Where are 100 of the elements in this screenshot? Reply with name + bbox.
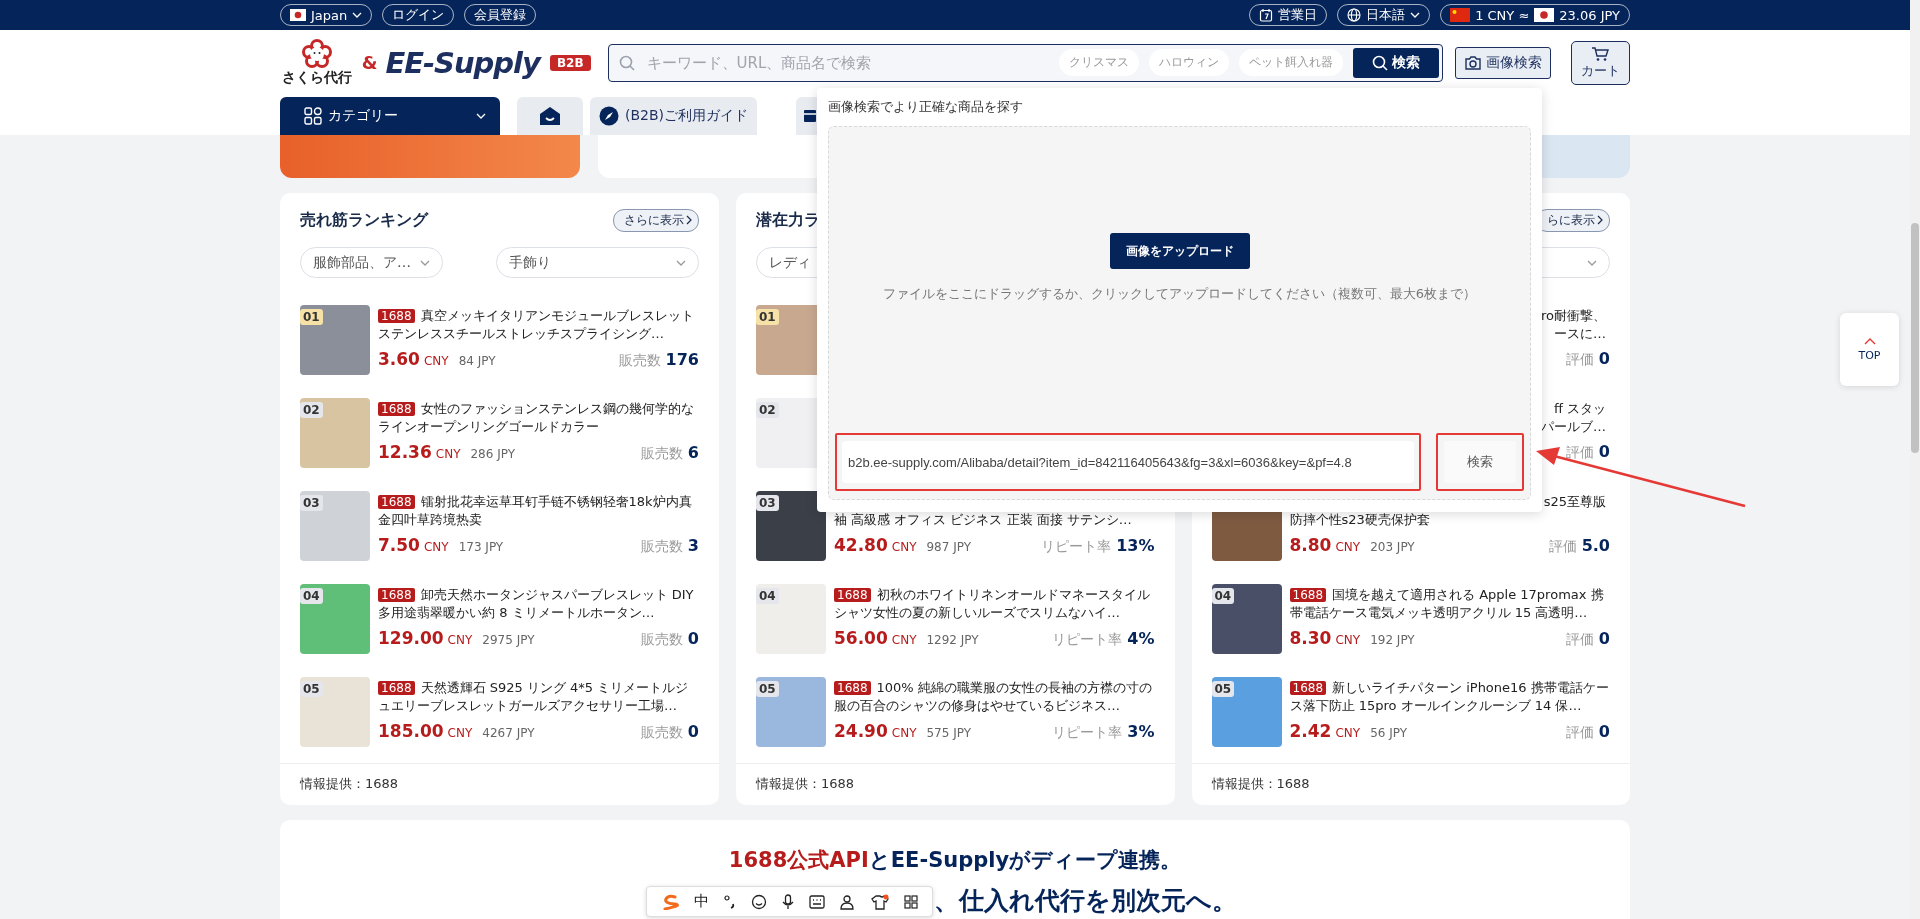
price: 8.30 [1289, 628, 1332, 648]
ampersand: & [361, 52, 378, 73]
home-tab[interactable] [517, 97, 583, 135]
metric-value: 0 [687, 629, 699, 648]
currency: CNY [447, 726, 473, 740]
currency: CNY [1335, 540, 1361, 554]
globe-icon [1347, 8, 1362, 22]
metric-value: 0 [1598, 349, 1610, 368]
rank-badge: 04 [756, 588, 779, 604]
product-title[interactable]: ースに… [1554, 325, 1610, 343]
metric-value: 4% [1127, 629, 1155, 648]
product-title[interactable]: 1688 镭射批花幸运草耳钉手链不锈钢轻奢18k炉内真金四叶草跨境热卖 [378, 493, 699, 529]
rank-badge: 04 [300, 588, 323, 604]
price: 2.42 [1289, 721, 1332, 741]
guide-tab[interactable]: (B2B)ご利用ガイド [590, 97, 757, 135]
ime-mode-toggle[interactable]: 中 [693, 892, 709, 911]
product-title[interactable]: 防摔个性s23硬壳保护套 [1289, 511, 1610, 529]
cart-button[interactable]: カート [1570, 40, 1630, 85]
product-title[interactable]: 1688 新しいライチパターン iPhone16 携帯電話ケース落下防止 15pro オールインクルーシブ 14 保… [1289, 679, 1610, 715]
source-tag: 1688 [1289, 588, 1327, 602]
chevron-down-icon [420, 259, 430, 266]
b2b-badge: B2B [549, 54, 591, 71]
rank-badge: 02 [756, 402, 779, 418]
scrollbar-thumb[interactable] [1911, 223, 1919, 453]
product-title[interactable]: 1688 国境を越えて適用される Apple 17promax 携帯電話ケース電気メッキ透明アクリル 15 高透明… [1289, 586, 1610, 622]
card-title: 売れ筋ランキング [300, 209, 428, 231]
currency: CNY [891, 540, 917, 554]
metric-value: 176 [665, 350, 699, 369]
currency: CNY [891, 633, 917, 647]
price: 3.60 [378, 349, 420, 369]
product-photo-placeholder[interactable] [756, 491, 826, 561]
source-tag: 1688 [834, 588, 871, 602]
rank-badge: 03 [300, 495, 323, 511]
product-title[interactable]: 1688 卸売天然ホータンジャスパーブレスレット DIY 多用途翡翠暖かい約 8 ミリメートルホータン… [378, 586, 699, 622]
currency: CNY [1335, 633, 1361, 647]
logo-text: さくら代行 [281, 68, 352, 87]
rank-badge: 02 [300, 402, 323, 418]
category-menu-button[interactable]: カテゴリー [280, 97, 500, 135]
price-jpy: 203 JPY [1370, 540, 1415, 554]
price-jpy: 4267 JPY [482, 726, 535, 740]
product-title[interactable]: s25至尊版 [1543, 493, 1610, 511]
upload-button[interactable]: 画像をアップロード [1109, 233, 1250, 269]
image-search-button[interactable]: 画像検索 [1454, 46, 1551, 79]
back-to-top-button[interactable]: TOP [1840, 313, 1899, 386]
apps-grid-icon [904, 894, 919, 909]
rank-badge: 04 [1211, 588, 1235, 604]
more-button[interactable]: さらに表示 [613, 208, 699, 232]
metric-label: 販売数 [640, 631, 683, 649]
caret-up-icon [1863, 337, 1876, 345]
search-field[interactable]: キーワード、URL、商品名で検索 クリスマス ハロウィン ペット餌入れ器 検索 [607, 43, 1443, 82]
metric-value: 0 [1598, 722, 1610, 741]
product-title[interactable]: 袖 高級感 オフィス ビジネス 正装 面接 サテンシ… [834, 511, 1155, 529]
source-tag: 1688 [378, 495, 415, 509]
source-tag: 1688 [834, 681, 871, 695]
chevron-down-icon [476, 113, 486, 119]
currency: CNY [423, 540, 449, 554]
china-flag-icon [1450, 8, 1471, 22]
product-title[interactable]: ff スタッ [1553, 400, 1610, 418]
currency: CNY [1335, 726, 1361, 740]
product-title[interactable]: 1688 真空メッキイタリアンモジュールブレスレットステンレススチールストレッチスプライシング… [378, 307, 699, 343]
rank-badge: 01 [756, 309, 779, 325]
compass-icon [598, 106, 619, 126]
metric-label: 販売数 [618, 352, 661, 370]
price-jpy: 575 JPY [926, 726, 972, 740]
chevron-right-icon [1597, 215, 1603, 225]
chevron-down-icon [1410, 12, 1421, 18]
metric-value: 6 [687, 443, 699, 462]
person-icon [840, 893, 857, 910]
product-title[interactable]: 1688 初秋のホワイトリネンオールドマネースタイルシャツ女性の夏の新しいルーズでスリムなハイ… [834, 586, 1155, 622]
price: 12.36 [378, 442, 432, 462]
currency: CNY [447, 633, 473, 647]
source-tag: 1688 [1289, 681, 1327, 695]
rank-badge: 05 [756, 681, 779, 697]
chevron-down-icon [676, 259, 686, 266]
product-title[interactable]: ro耐衝撃、 [1541, 307, 1610, 325]
source-tag: 1688 [378, 309, 415, 323]
currency: CNY [423, 354, 449, 368]
price: 129.00 [378, 628, 444, 648]
product-title[interactable]: パールブ… [1541, 418, 1610, 436]
metric-label: 評価 [1565, 444, 1594, 462]
price: 7.50 [378, 535, 420, 555]
calendar-icon [1259, 8, 1274, 22]
upload-dropzone[interactable]: 画像をアップロード ファイルをここにドラッグするか、クリックしてアップロードしてください（複数可、最大6枚まで） b2b.ee-supply.com/Alibaba/detail?item_id=842116405643&fg=3&xl=6036&key=&pf=4.8 検索 [828, 126, 1531, 500]
currency: CNY [891, 726, 917, 740]
metric-label: 評価 [1565, 631, 1594, 649]
product-title[interactable]: 1688 女性のファッションステンレス鋼の幾何学的なラインオープンリングゴールドカラー [378, 400, 699, 436]
url-field[interactable]: b2b.ee-supply.com/Alibaba/detail?item_id=842116405643&fg=3&xl=6036&key=&pf=4.8 [842, 441, 1415, 483]
search-button[interactable]: 検索 [1352, 47, 1439, 78]
product-photo-placeholder[interactable] [1211, 584, 1282, 654]
product-title[interactable]: 1688 天然透輝石 S925 リング 4*5 ミリメートルジュエリーブレスレットガールズアクセサリー工場… [378, 679, 699, 715]
metric-label: 評価 [1565, 724, 1594, 742]
price-jpy: 286 JPY [470, 447, 516, 461]
search-button[interactable]: 検索 [1444, 441, 1516, 483]
metric-value: 0 [1598, 442, 1610, 461]
product-title[interactable]: 1688 100% 純綿の職業服の女性の長袖の方襟の寸の服の百合のシャツの修身はやせているビジネス… [834, 679, 1155, 715]
popup-title: 画像検索でより正確な商品を探す [828, 98, 1024, 116]
card-title: 潜在力ラ [756, 209, 820, 231]
japan-flag-icon [1534, 8, 1555, 22]
currency: CNY [435, 447, 461, 461]
source-note: 情報提供：1688 [736, 763, 1175, 805]
